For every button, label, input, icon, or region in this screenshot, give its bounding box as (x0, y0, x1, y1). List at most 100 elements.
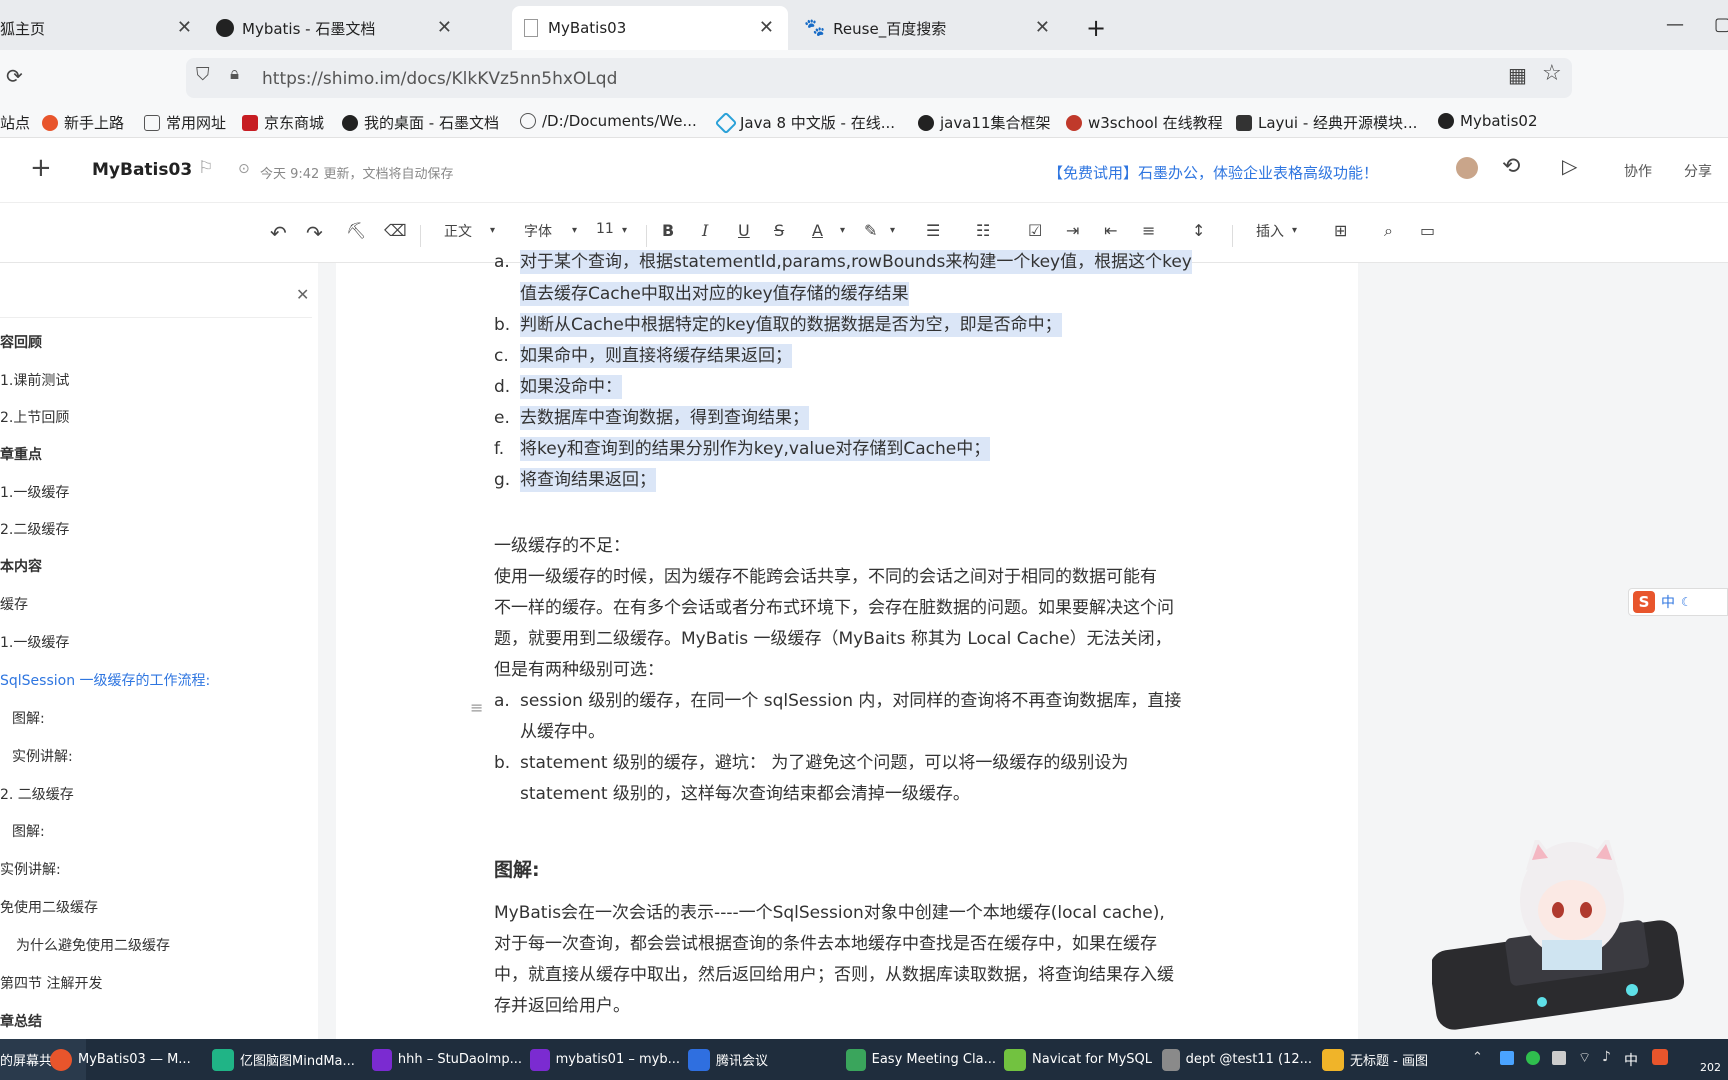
doc-text-line[interactable]: 将key和查询到的结果分别作为key,value对存储到Cache中； (520, 435, 991, 463)
toc-item[interactable]: 1.一级缓存 (0, 632, 69, 652)
sogou-icon[interactable] (1652, 1049, 1668, 1065)
selected-text[interactable]: 值去缓存Cache中取出对应的key值存储的缓存结果 (520, 282, 909, 306)
url-text[interactable]: https://shimo.im/docs/KlkKVz5nn5hxOLqd (262, 69, 617, 89)
toc-item[interactable]: 2. 二级缓存 (0, 784, 74, 804)
doc-text-line[interactable]: session 级别的缓存，在同一个 sqlSession 内，对同样的查询将不… (520, 687, 1181, 715)
taskbar-item-easymeeting[interactable]: Easy Meeting Cla... (846, 1039, 996, 1080)
insert-menu[interactable]: 插入 (1256, 221, 1284, 241)
doc-text-line[interactable]: statement 级别的，这样每次查询结束都会清掉一级缓存。 (520, 780, 970, 808)
bookmark-item[interactable]: Layui - 经典开源模块... (1236, 112, 1417, 133)
taskbar-item-navicat[interactable]: Navicat for MySQL (1004, 1039, 1154, 1080)
tab-mybatis03[interactable]: MyBatis03 ✕ (512, 6, 788, 50)
doc-text-line[interactable]: MyBatis会在一次会话的表示----一个SqlSession对象中创建一个本… (494, 899, 1165, 927)
align-icon[interactable]: ≡ (1142, 221, 1155, 240)
doc-text-line[interactable]: 一级缓存的不足： (494, 532, 630, 560)
toc-item[interactable]: 章重点 (0, 444, 42, 464)
bookmark-item[interactable]: 站点 (0, 112, 30, 133)
tray-app-icon[interactable] (1552, 1051, 1566, 1065)
bookmark-item[interactable]: 常用网址 (144, 112, 226, 133)
tray-up-icon[interactable]: ⌃ (1472, 1050, 1483, 1065)
taskbar-item-paint[interactable]: 无标题 - 画图 (1322, 1039, 1472, 1080)
doc-text-line[interactable]: 使用一级缓存的时候，因为缓存不能跨会话共享，不同的会话之间对于相同的数据可能有 (494, 563, 1157, 591)
doc-title[interactable]: MyBatis03 (92, 160, 192, 180)
italic-button[interactable]: I (702, 221, 708, 240)
toc-item[interactable]: 实例讲解: (0, 859, 61, 879)
format-painter-icon[interactable]: ⛏ (346, 221, 366, 240)
taskbar-item-firefox[interactable]: MyBatis03 — M... (50, 1039, 200, 1080)
highlight-icon[interactable]: ✎ (864, 221, 877, 240)
redo-icon[interactable]: ↷ (306, 221, 323, 245)
taskbar-item-idea-2[interactable]: mybatis01 – myb... (530, 1039, 680, 1080)
collab-button[interactable]: 协作 (1624, 161, 1652, 181)
tab-home[interactable]: 狐主页 ✕ (0, 6, 206, 50)
doc-text-line[interactable]: 如果命中，则直接将缓存结果返回； (520, 342, 792, 370)
shield-icon[interactable]: ⛉ (196, 64, 210, 85)
toc-item[interactable]: 本内容 (0, 556, 42, 576)
tab-baidu[interactable]: 🐾 Reuse_百度搜索 ✕ (804, 6, 1064, 50)
checklist-icon[interactable]: ☑ (1028, 221, 1042, 240)
ime-indicator[interactable]: S 中 ☾ (1628, 588, 1728, 616)
wechat-icon[interactable] (1526, 1051, 1540, 1065)
bookmark-item[interactable]: Java 8 中文版 - 在线... (714, 111, 895, 134)
volume-icon[interactable]: ♪ (1602, 1049, 1611, 1065)
toc-item[interactable]: 2.上节回顾 (0, 407, 69, 427)
drag-handle-icon[interactable]: ≡ (470, 698, 483, 717)
doc-text-line[interactable]: 去数据库中查询数据，得到查询结果； (520, 404, 809, 432)
doc-text-line[interactable]: 如果没命中： (520, 373, 622, 401)
maximize-icon[interactable]: ▢ (1714, 14, 1728, 35)
doc-text-line[interactable]: 但是有两种级别可选： (494, 656, 664, 684)
close-icon[interactable]: ✕ (437, 17, 452, 38)
bookmark-item[interactable]: 我的桌面 - 石墨文档 (342, 112, 499, 133)
toc-item[interactable]: 章总结 (0, 1011, 42, 1031)
toc-item[interactable]: 1.课前测试 (0, 370, 69, 390)
reload-icon[interactable]: ⟳ (6, 64, 23, 88)
comment-icon[interactable]: ▭ (1420, 221, 1435, 240)
selected-text[interactable]: 将key和查询到的结果分别作为key,value对存储到Cache中； (520, 437, 991, 461)
toc-item[interactable]: 容回顾 (0, 332, 42, 352)
toc-item[interactable]: 实例讲解: (12, 746, 73, 766)
doc-text-line[interactable]: 判断从Cache中根据特定的key值取的数据数据是否为空，即是否命中； (520, 311, 1062, 339)
toc-item[interactable]: 图解: (12, 708, 45, 728)
taskbar-item-idea-1[interactable]: hhh – StuDaoImp... (372, 1039, 522, 1080)
doc-text-line[interactable]: 不一样的缓存。在有多个会话或者分布式环境下，会存在脏数据的问题。如果要解决这个问 (494, 594, 1174, 622)
doc-text-line[interactable]: 值去缓存Cache中取出对应的key值存储的缓存结果 (520, 280, 909, 308)
bookmark-item[interactable]: w3school 在线教程 (1066, 112, 1223, 133)
undo-icon[interactable]: ↶ (270, 221, 287, 245)
selected-text[interactable]: 如果命中，则直接将缓存结果返回； (520, 344, 792, 368)
doc-text-line[interactable]: 从缓存中。 (520, 718, 605, 746)
taskbar-item-meeting[interactable]: 腾讯会议 (688, 1039, 838, 1080)
toc-item[interactable]: 1.一级缓存 (0, 482, 69, 502)
minimize-icon[interactable]: — (1666, 14, 1684, 35)
find-icon[interactable]: ⌕ (1384, 221, 1393, 241)
indent-icon[interactable]: ⇥ (1066, 221, 1079, 240)
selected-text[interactable]: 判断从Cache中根据特定的key值取的数据数据是否为空，即是否命中； (520, 313, 1062, 337)
bullet-list-icon[interactable]: ☷ (976, 221, 990, 240)
toc-item[interactable]: 图解: (12, 821, 45, 841)
font-select[interactable]: 字体 (524, 221, 552, 241)
play-icon[interactable]: ▷ (1562, 154, 1577, 178)
qr-code-icon[interactable]: ▦ (1508, 63, 1527, 87)
star-icon[interactable]: ☆ (1542, 61, 1562, 86)
toc-item[interactable]: 2.二级缓存 (0, 519, 69, 539)
close-icon[interactable]: ✕ (759, 17, 774, 38)
paragraph-style-select[interactable]: 正文 (444, 221, 472, 241)
clock[interactable]: 202 (1700, 1061, 1721, 1074)
selected-text[interactable]: 去数据库中查询数据，得到查询结果； (520, 406, 809, 430)
avatar[interactable] (1456, 157, 1478, 179)
share-button[interactable]: 分享 (1684, 161, 1712, 181)
network-icon[interactable]: ⌔ (1578, 1049, 1591, 1067)
toc-item[interactable]: 为什么避免使用二级缓存 (16, 935, 170, 955)
doc-text-line[interactable]: 对于某个查询，根据statementId,params,rowBounds来构建… (520, 248, 1192, 276)
outdent-icon[interactable]: ⇤ (1104, 221, 1117, 240)
new-tab-button[interactable]: + (1086, 6, 1106, 50)
doc-text-line[interactable]: 图解: (494, 856, 540, 884)
bookmark-icon[interactable]: ⚐ (198, 158, 213, 178)
toc-item[interactable]: 第四节 注解开发 (0, 973, 102, 993)
underline-button[interactable]: U (738, 221, 750, 240)
selected-text[interactable]: 将查询结果返回； (520, 468, 656, 492)
strikethrough-button[interactable]: S (774, 221, 784, 240)
font-color-button[interactable]: A (812, 221, 823, 240)
bold-button[interactable]: B (662, 221, 674, 240)
doc-text-line[interactable]: 存并返回给用户。 (494, 992, 630, 1020)
lock-icon[interactable]: 🔒︎ (230, 64, 239, 84)
